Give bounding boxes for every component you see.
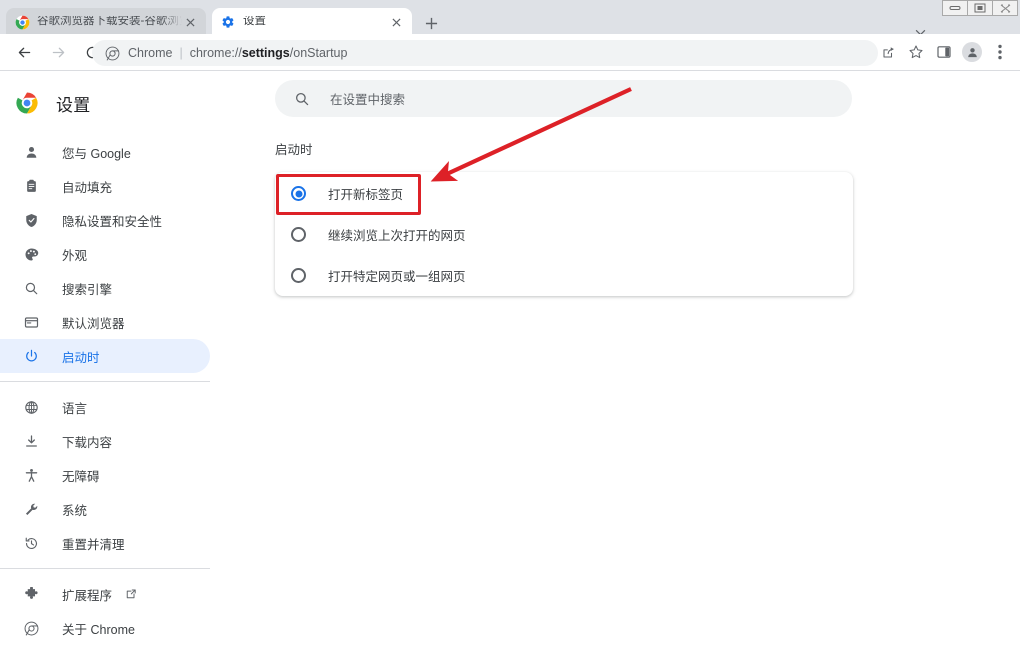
forward-button[interactable] bbox=[44, 38, 72, 66]
browser-window-icon bbox=[22, 313, 40, 331]
browser-menu-icon[interactable] bbox=[986, 38, 1014, 66]
omnibox-scheme-label: Chrome bbox=[128, 46, 173, 60]
tab-strip: 谷歌浏览器下载安装-谷歌浏览器 设置 bbox=[0, 8, 1020, 36]
radio-button[interactable] bbox=[291, 268, 306, 283]
bookmark-star-icon[interactable] bbox=[902, 38, 930, 66]
palette-icon bbox=[22, 245, 40, 263]
sidebar-item-label: 扩展程序 bbox=[62, 588, 113, 603]
tab-close-icon[interactable] bbox=[182, 14, 198, 30]
sidebar-item-label: 启动时 bbox=[62, 350, 100, 365]
sidebar-divider-2 bbox=[0, 568, 210, 569]
settings-search-box[interactable]: 在设置中搜索 bbox=[275, 80, 852, 117]
accessibility-icon bbox=[22, 466, 40, 484]
history-restore-icon bbox=[22, 534, 40, 552]
sidebar-divider-1 bbox=[0, 381, 210, 382]
settings-nav-group-tertiary: 扩展程序 关于 Chrome bbox=[0, 577, 218, 645]
tab-settings[interactable]: 设置 bbox=[212, 8, 412, 36]
settings-main: 在设置中搜索 启动时 打开新标签页 继续浏览上次打开的网页 打开特定网页或一组网… bbox=[218, 71, 1020, 667]
url-prefix: chrome:// bbox=[189, 46, 242, 60]
sidebar-item-label: 隐私设置和安全性 bbox=[62, 214, 163, 229]
sidebar-item-label: 重置并清理 bbox=[62, 537, 125, 552]
person-icon bbox=[22, 143, 40, 161]
tab-title: 谷歌浏览器下载安装-谷歌浏览器 bbox=[37, 16, 182, 28]
sidebar-item-label: 搜索引擎 bbox=[62, 282, 113, 297]
omnibox-separator: | bbox=[179, 46, 183, 60]
globe-icon bbox=[22, 398, 40, 416]
startup-option-continue-session[interactable]: 继续浏览上次打开的网页 bbox=[275, 214, 853, 255]
download-icon bbox=[22, 432, 40, 450]
sidebar-item-about-chrome[interactable]: 关于 Chrome bbox=[0, 611, 210, 645]
chrome-outline-icon bbox=[104, 45, 120, 61]
power-icon bbox=[22, 347, 40, 365]
search-icon bbox=[293, 90, 310, 107]
sidebar-item-system[interactable]: 系统 bbox=[0, 492, 210, 526]
shield-icon bbox=[22, 211, 40, 229]
sidebar-item-languages[interactable]: 语言 bbox=[0, 390, 210, 424]
url-bold-segment: settings bbox=[241, 46, 290, 60]
sidebar-item-autofill[interactable]: 自动填充 bbox=[0, 169, 210, 203]
toolbar-actions bbox=[874, 38, 1014, 66]
side-panel-icon[interactable] bbox=[930, 38, 958, 66]
radio-button[interactable] bbox=[291, 186, 306, 201]
sidebar-item-on-startup[interactable]: 启动时 bbox=[0, 339, 210, 373]
profile-avatar[interactable] bbox=[958, 38, 986, 66]
tab-title: 设置 bbox=[243, 16, 266, 28]
sidebar-item-privacy-security[interactable]: 隐私设置和安全性 bbox=[0, 203, 210, 237]
new-tab-button[interactable] bbox=[420, 12, 442, 34]
sidebar-item-default-browser[interactable]: 默认浏览器 bbox=[0, 305, 210, 339]
section-heading: 启动时 bbox=[275, 143, 313, 157]
sidebar-item-accessibility[interactable]: 无障碍 bbox=[0, 458, 210, 492]
startup-options-card: 打开新标签页 继续浏览上次打开的网页 打开特定网页或一组网页 bbox=[275, 172, 853, 296]
radio-label: 继续浏览上次打开的网页 bbox=[328, 229, 466, 243]
chrome-logo-icon bbox=[16, 92, 38, 114]
sidebar-item-appearance[interactable]: 外观 bbox=[0, 237, 210, 271]
startup-option-specific-pages[interactable]: 打开特定网页或一组网页 bbox=[275, 255, 853, 296]
sidebar-item-extensions[interactable]: 扩展程序 bbox=[0, 577, 210, 611]
settings-sidebar: 设置 您与 Google 自动填充 隐私设置和安全性 外观 搜索引擎 默认浏览器… bbox=[0, 71, 218, 667]
sidebar-item-search-engine[interactable]: 搜索引擎 bbox=[0, 271, 210, 305]
tab-close-icon[interactable] bbox=[388, 14, 404, 30]
settings-nav-group-primary: 您与 Google 自动填充 隐私设置和安全性 外观 搜索引擎 默认浏览器 启动… bbox=[0, 135, 218, 373]
sidebar-item-label: 外观 bbox=[62, 248, 88, 263]
sidebar-item-label: 下载内容 bbox=[62, 435, 113, 450]
sidebar-item-label: 默认浏览器 bbox=[62, 316, 125, 331]
settings-page: 设置 您与 Google 自动填充 隐私设置和安全性 外观 搜索引擎 默认浏览器… bbox=[0, 71, 1020, 667]
back-button[interactable] bbox=[10, 38, 38, 66]
sidebar-item-label: 自动填充 bbox=[62, 180, 113, 195]
sidebar-item-you-and-google[interactable]: 您与 Google bbox=[0, 135, 210, 169]
chrome-logo-icon bbox=[14, 14, 30, 30]
gear-icon bbox=[220, 14, 236, 30]
sidebar-item-label: 无障碍 bbox=[62, 469, 100, 484]
wrench-icon bbox=[22, 500, 40, 518]
url-suffix: /onStartup bbox=[289, 46, 348, 60]
external-link-icon bbox=[124, 587, 138, 601]
sidebar-item-label: 语言 bbox=[62, 401, 88, 416]
sidebar-item-downloads[interactable]: 下载内容 bbox=[0, 424, 210, 458]
avatar bbox=[962, 42, 982, 62]
sidebar-item-reset-cleanup[interactable]: 重置并清理 bbox=[0, 526, 210, 560]
browser-window: 谷歌浏览器下载安装-谷歌浏览器 设置 bbox=[0, 0, 1020, 667]
tab-google-download[interactable]: 谷歌浏览器下载安装-谷歌浏览器 bbox=[6, 8, 206, 36]
sidebar-item-label: 关于 Chrome bbox=[62, 622, 135, 637]
puzzle-icon bbox=[22, 585, 40, 603]
chrome-outline-icon bbox=[22, 619, 40, 637]
startup-option-new-tab[interactable]: 打开新标签页 bbox=[275, 173, 853, 214]
radio-label: 打开新标签页 bbox=[328, 188, 404, 202]
radio-button[interactable] bbox=[291, 227, 306, 242]
title-bar: 谷歌浏览器下载安装-谷歌浏览器 设置 bbox=[0, 0, 1020, 36]
radio-label: 打开特定网页或一组网页 bbox=[328, 270, 466, 284]
sidebar-item-label: 系统 bbox=[62, 503, 88, 518]
address-bar[interactable]: Chrome | chrome://settings/onStartup bbox=[92, 40, 878, 66]
omnibox-url: chrome://settings/onStartup bbox=[190, 46, 348, 60]
share-icon[interactable] bbox=[874, 38, 902, 66]
search-icon bbox=[22, 279, 40, 297]
clipboard-icon bbox=[22, 177, 40, 195]
browser-toolbar: Chrome | chrome://settings/onStartup bbox=[0, 34, 1020, 71]
settings-brand: 设置 bbox=[0, 79, 218, 127]
sidebar-item-label: 您与 Google bbox=[62, 146, 131, 161]
page-title: 设置 bbox=[56, 95, 91, 115]
settings-nav-group-secondary: 语言 下载内容 无障碍 系统 重置并清理 bbox=[0, 390, 218, 560]
search-input-placeholder: 在设置中搜索 bbox=[330, 93, 406, 107]
